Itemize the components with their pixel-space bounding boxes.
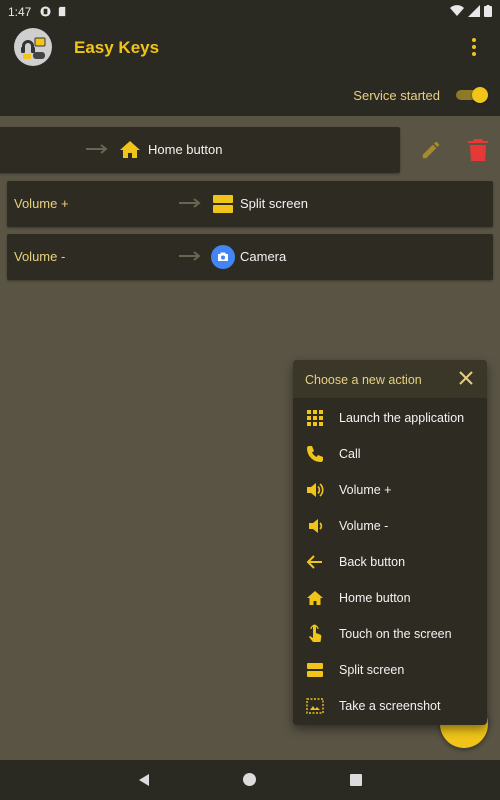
- action-option-label: Take a screenshot: [339, 699, 441, 713]
- action-option-label: Touch on the screen: [339, 627, 452, 641]
- mapping-card[interactable]: Volume + Split screen: [7, 181, 493, 227]
- split-screen-icon: [307, 663, 323, 677]
- mapping-card[interactable]: Home button: [0, 127, 400, 173]
- overflow-menu-icon[interactable]: [466, 38, 482, 56]
- camera-icon: [211, 245, 235, 269]
- mapping-action-label: Split screen: [240, 196, 308, 211]
- action-option-screenshot[interactable]: Take a screenshot: [293, 688, 487, 724]
- action-option-label: Call: [339, 447, 361, 461]
- screenshot-icon: [306, 698, 324, 714]
- app-logo-icon: [14, 28, 52, 66]
- nav-home-icon[interactable]: [243, 773, 256, 786]
- volume-down-icon: [309, 519, 323, 533]
- notification-icon: [40, 6, 51, 17]
- service-toggle[interactable]: [456, 87, 488, 103]
- action-chooser-popup: Choose a new action Launch the applicati…: [293, 360, 487, 725]
- status-icons: [450, 5, 492, 17]
- phone-icon: [307, 446, 323, 462]
- action-option-label: Volume +: [339, 483, 392, 497]
- edit-icon[interactable]: [420, 139, 442, 161]
- sd-card-icon: [58, 6, 66, 17]
- popup-title: Choose a new action: [305, 373, 422, 387]
- action-option-call[interactable]: Call: [293, 436, 487, 472]
- split-screen-icon: [213, 195, 233, 213]
- action-option-split-screen[interactable]: Split screen: [293, 652, 487, 688]
- arrow-right-icon: [86, 144, 108, 154]
- home-icon: [120, 141, 140, 158]
- volume-up-icon: [307, 483, 324, 497]
- mapping-key-label: Volume +: [14, 196, 69, 211]
- popup-header: Choose a new action: [293, 360, 487, 398]
- battery-icon: [484, 5, 492, 17]
- home-icon: [307, 591, 323, 605]
- action-option-back[interactable]: Back button: [293, 544, 487, 580]
- signal-icon: [468, 5, 480, 17]
- nav-back-icon[interactable]: [137, 773, 151, 787]
- action-option-label: Launch the application: [339, 411, 465, 425]
- arrow-back-icon: [306, 555, 322, 569]
- action-option-label: Home button: [339, 591, 411, 605]
- action-option-touch[interactable]: Touch on the screen: [293, 616, 487, 652]
- delete-icon[interactable]: [468, 139, 488, 161]
- mapping-key-label: Volume -: [14, 249, 66, 264]
- action-option-volume-down[interactable]: Volume -: [293, 508, 487, 544]
- arrow-right-icon: [179, 251, 201, 261]
- close-icon[interactable]: [457, 369, 475, 387]
- action-option-label: Back button: [339, 555, 406, 569]
- apps-grid-icon: [307, 410, 323, 426]
- app-title: Easy Keys: [74, 38, 160, 57]
- touch-icon: [309, 624, 322, 642]
- mapping-action-label: Home button: [148, 142, 223, 157]
- nav-recents-icon[interactable]: [350, 774, 362, 786]
- mapping-action-label: Camera: [240, 249, 287, 264]
- status-bar: 1:47: [0, 0, 500, 24]
- action-option-launch-app[interactable]: Launch the application: [293, 400, 487, 436]
- swipe-actions: [402, 127, 500, 173]
- app-bar: Easy Keys Service started: [0, 24, 500, 116]
- status-time: 1:47: [8, 5, 32, 19]
- action-option-label: Volume -: [339, 519, 389, 533]
- action-option-volume-up[interactable]: Volume +: [293, 472, 487, 508]
- wifi-icon: [450, 5, 464, 17]
- arrow-right-icon: [179, 198, 201, 208]
- action-option-label: Split screen: [339, 663, 405, 677]
- service-status-label: Service started: [353, 88, 440, 103]
- mapping-card[interactable]: Volume - Camera: [7, 234, 493, 280]
- navigation-bar: [0, 760, 500, 800]
- action-option-home[interactable]: Home button: [293, 580, 487, 616]
